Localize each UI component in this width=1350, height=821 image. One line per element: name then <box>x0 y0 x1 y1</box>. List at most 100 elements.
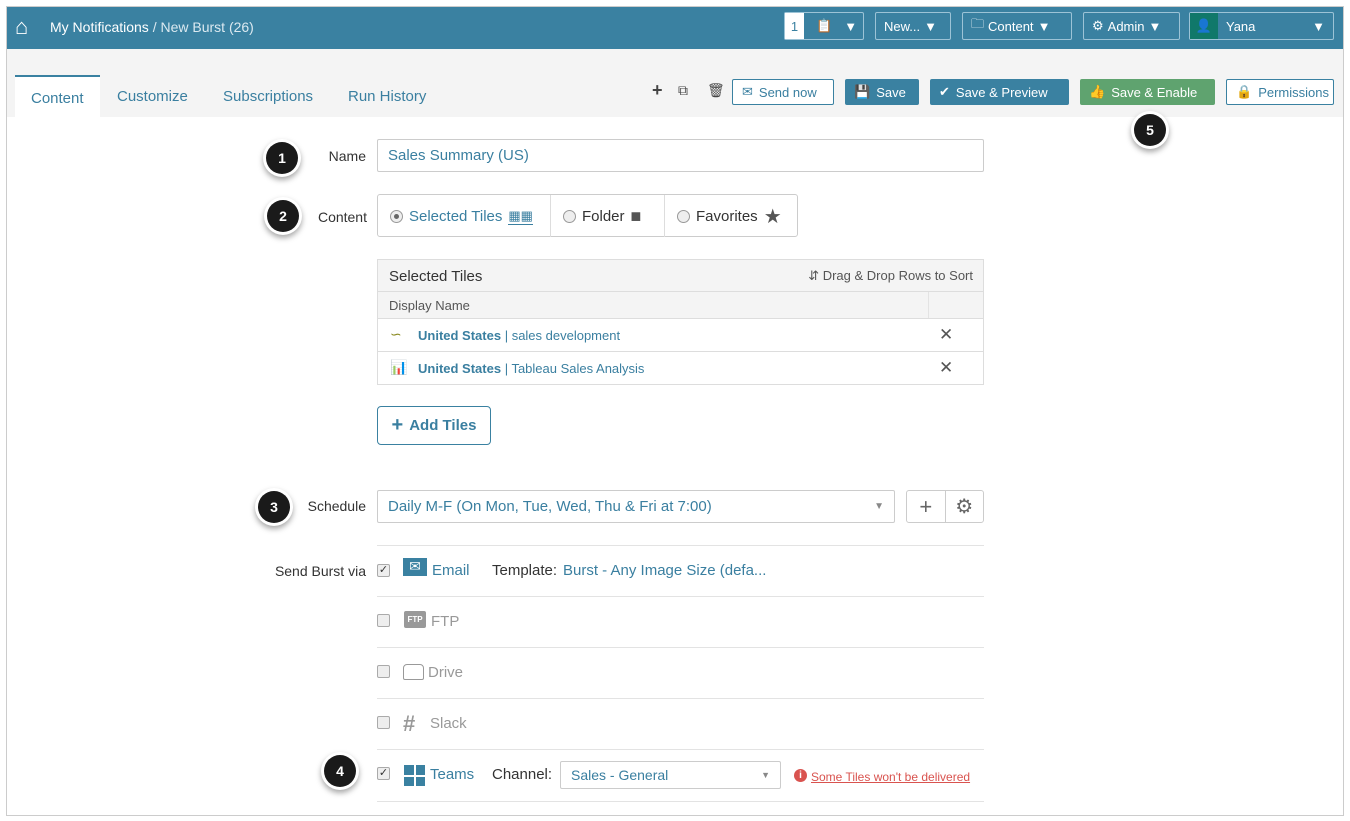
envelope-icon: ✉ <box>403 558 427 576</box>
content-menu-button[interactable]: 🗀 Content ▼ <box>962 12 1072 40</box>
remove-icon[interactable]: ✕ <box>939 325 953 345</box>
folder-icon: 🗀 <box>971 16 985 31</box>
star-icon: ★ <box>763 205 782 228</box>
radio[interactable] <box>677 209 690 223</box>
admin-menu-button[interactable]: ⚙ Admin ▼ <box>1083 12 1180 40</box>
plus-icon: + <box>391 414 404 436</box>
sort-hint-text: Drag & Drop Rows to Sort <box>822 268 973 283</box>
callout-2: 2 <box>267 200 299 232</box>
name-value: Sales Summary (US) <box>388 147 529 164</box>
tile-name[interactable]: United States | sales development <box>418 328 620 343</box>
check-icon: ✔ <box>939 84 950 99</box>
column-divider <box>928 292 929 318</box>
name-label: Name <box>328 148 366 164</box>
tab-subscriptions[interactable]: Subscriptions <box>207 75 329 117</box>
ftp-label: FTP <box>431 613 460 630</box>
email-label: Email <box>432 562 470 579</box>
admin-label: Admin <box>1107 18 1145 34</box>
breadcrumb-current: New Burst (26) <box>160 19 254 35</box>
copy-icon[interactable]: ⧉ <box>678 82 688 99</box>
chevron-down-icon: ▼ <box>874 501 884 512</box>
add-tiles-button[interactable]: + Add Tiles <box>377 406 491 445</box>
divider <box>377 801 984 802</box>
channel-label: Channel: <box>492 766 553 783</box>
avatar: 👤 <box>1190 13 1218 39</box>
permissions-button[interactable]: 🔒 Permissions <box>1226 79 1334 105</box>
template-link[interactable]: Burst - Any Image Size (defa... <box>563 562 766 579</box>
tile-label: sales development <box>511 328 621 343</box>
slack-icon: # <box>403 711 416 736</box>
breadcrumb-sep: / <box>148 19 161 35</box>
chevron-down-icon: ▼ <box>924 18 937 34</box>
user-menu-button[interactable]: 👤 Yana ▼ <box>1189 12 1334 40</box>
drive-icon <box>403 664 424 680</box>
column-display-name: Display Name <box>389 298 470 313</box>
tile-label: Tableau Sales Analysis <box>511 361 645 376</box>
warning-link[interactable]: Some Tiles won't be delivered <box>811 770 970 784</box>
sort-hint: ⇵ Drag & Drop Rows to Sort <box>808 268 973 284</box>
breadcrumb-root[interactable]: My Notifications <box>50 19 149 35</box>
column-header: Display Name <box>378 292 983 319</box>
ftp-icon: FTP <box>404 611 426 628</box>
gear-icon: ⚙ <box>1092 18 1104 33</box>
thumbs-up-icon: 👍 <box>1089 84 1106 99</box>
name-input[interactable]: Sales Summary (US) <box>377 139 984 172</box>
schedule-actions: + ⚙ <box>906 490 984 523</box>
template-label: Template: <box>492 562 558 579</box>
new-menu-button[interactable]: New... ▼ <box>875 12 951 40</box>
option-label: Folder <box>582 207 625 225</box>
envelope-icon: ✉ <box>742 84 753 99</box>
schedule-select[interactable]: Daily M-F (On Mon, Tue, Wed, Thu & Fri a… <box>377 490 895 523</box>
top-navbar: ⌂ My Notifications / New Burst (26) 1 📋 ▼… <box>7 7 1343 49</box>
clipboard-count: 1 <box>785 13 804 39</box>
floppy-icon: 💾 <box>854 84 871 99</box>
home-icon[interactable]: ⌂ <box>15 14 28 40</box>
save-enable-button[interactable]: 👍 Save & Enable <box>1080 79 1215 105</box>
remove-icon[interactable]: ✕ <box>939 358 953 378</box>
table-header: Selected Tiles ⇵ Drag & Drop Rows to Sor… <box>378 260 983 292</box>
tab-run-history[interactable]: Run History <box>332 75 442 117</box>
email-checkbox[interactable]: ✓ <box>377 564 390 577</box>
table-row[interactable]: ∽ United States | sales development ✕ <box>378 319 983 352</box>
info-warning-icon: i <box>794 769 807 782</box>
tile-bold: United States <box>418 361 502 376</box>
tab-bar: Content Customize Subscriptions Run Hist… <box>7 49 1343 117</box>
save-button[interactable]: 💾 Save <box>845 79 919 105</box>
teams-checkbox[interactable]: ✓ <box>377 767 390 780</box>
schedule-settings-gear-icon[interactable]: ⚙ <box>946 491 984 522</box>
tile-sep: | <box>501 328 512 343</box>
tab-customize[interactable]: Customize <box>101 75 204 117</box>
chevron-down-icon: ▼ <box>1312 18 1325 34</box>
schedule-label: Schedule <box>307 498 366 514</box>
table-row[interactable]: 📊 United States | Tableau Sales Analysis… <box>378 352 983 384</box>
divider <box>377 698 984 699</box>
add-schedule-button[interactable]: + <box>907 491 946 522</box>
option-favorites[interactable]: Favorites ★ <box>665 195 798 237</box>
windows-icon <box>404 765 425 786</box>
add-icon[interactable]: + <box>652 80 663 101</box>
drive-checkbox[interactable] <box>377 665 390 678</box>
tile-name[interactable]: United States | Tableau Sales Analysis <box>418 361 644 376</box>
slack-checkbox[interactable] <box>377 716 390 729</box>
divider <box>377 647 984 648</box>
send-now-button[interactable]: ✉ Send now <box>732 79 834 105</box>
save-label: Save <box>876 84 906 100</box>
chevron-down-icon: ▼ <box>1037 18 1051 34</box>
clipboard-button[interactable]: 1 📋 ▼ <box>784 12 864 40</box>
schedule-value: Daily M-F (On Mon, Tue, Wed, Thu & Fri a… <box>388 498 712 515</box>
option-folder[interactable]: Folder ■ <box>551 195 665 237</box>
save-preview-button[interactable]: ✔ Save & Preview <box>930 79 1069 105</box>
ftp-checkbox[interactable] <box>377 614 390 627</box>
content-label: Content <box>317 209 367 225</box>
option-selected-tiles[interactable]: Selected Tiles ▦▦ <box>378 195 551 237</box>
chevron-down-icon: ▼ <box>761 770 770 780</box>
chevron-down-icon: ▼ <box>1148 18 1162 34</box>
channel-select[interactable]: Sales - General ▼ <box>560 761 781 789</box>
callout-3: 3 <box>258 491 290 523</box>
radio[interactable] <box>563 209 576 223</box>
tab-content[interactable]: Content <box>15 75 100 117</box>
new-label: New... <box>884 18 921 34</box>
trash-icon[interactable]: 🗑 <box>707 82 725 99</box>
table-title: Selected Tiles <box>389 268 483 285</box>
radio[interactable] <box>390 209 403 223</box>
